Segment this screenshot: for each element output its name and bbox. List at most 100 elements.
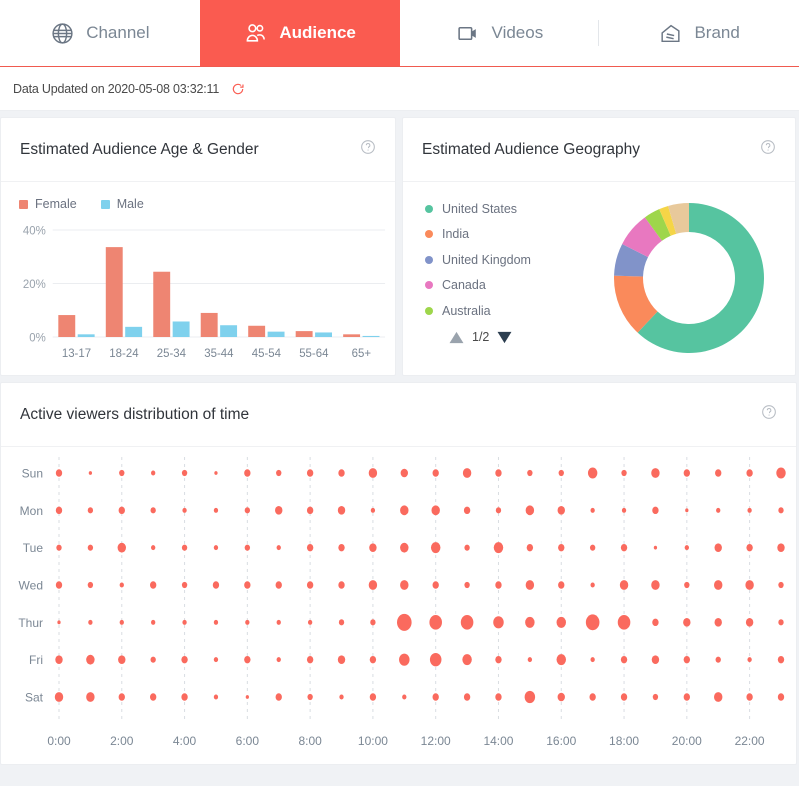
bubble-point[interactable] — [590, 657, 595, 663]
geography-legend-item[interactable]: Australia — [425, 298, 531, 324]
bubble-point[interactable] — [276, 469, 282, 477]
bar-male[interactable] — [172, 321, 190, 337]
bar-male[interactable] — [267, 331, 285, 337]
bubble-point[interactable] — [400, 468, 409, 478]
bubble-point[interactable] — [716, 507, 721, 513]
tab-videos[interactable]: Videos — [400, 0, 600, 66]
bubble-point[interactable] — [620, 693, 628, 701]
bubble-point[interactable] — [621, 469, 627, 477]
bubble-point[interactable] — [462, 468, 472, 478]
bubble-point[interactable] — [590, 507, 595, 513]
bubble-point[interactable] — [525, 580, 535, 590]
bubble-point[interactable] — [306, 543, 314, 552]
bubble-point[interactable] — [338, 469, 345, 477]
bubble-point[interactable] — [275, 693, 282, 701]
bar-female[interactable] — [295, 331, 313, 337]
bubble-point[interactable] — [587, 467, 598, 479]
bubble-point[interactable] — [244, 507, 251, 514]
bubble-point[interactable] — [276, 545, 281, 551]
bubble-point[interactable] — [714, 580, 723, 590]
bubble-point[interactable] — [55, 506, 63, 515]
tab-channel[interactable]: Channel — [0, 0, 200, 66]
bubble-point[interactable] — [307, 693, 313, 701]
bubble-point[interactable] — [88, 619, 93, 625]
bubble-point[interactable] — [617, 615, 631, 630]
triangle-down-icon[interactable] — [497, 331, 512, 344]
bubble-point[interactable] — [117, 542, 126, 553]
bubble-point[interactable] — [151, 470, 156, 476]
bubble-point[interactable] — [399, 653, 410, 666]
bubble-point[interactable] — [777, 543, 785, 552]
bubble-point[interactable] — [493, 542, 504, 554]
bubble-point[interactable] — [683, 693, 691, 701]
bar-female[interactable] — [200, 312, 218, 337]
bubble-point[interactable] — [715, 656, 721, 663]
help-circle-icon[interactable] — [760, 139, 776, 160]
bubble-point[interactable] — [556, 654, 566, 666]
bubble-point[interactable] — [651, 655, 660, 664]
bubble-point[interactable] — [213, 507, 219, 513]
bubble-point[interactable] — [244, 544, 251, 551]
bubble-point[interactable] — [119, 469, 125, 477]
bubble-point[interactable] — [460, 615, 474, 630]
bubble-point[interactable] — [745, 618, 754, 627]
bubble-point[interactable] — [57, 620, 61, 625]
bubble-point[interactable] — [181, 655, 188, 664]
bubble-point[interactable] — [151, 619, 156, 625]
bubble-point[interactable] — [87, 507, 94, 514]
bubble-point[interactable] — [368, 468, 378, 478]
bar-male[interactable] — [125, 326, 143, 337]
bubble-point[interactable] — [213, 619, 219, 625]
bubble-point[interactable] — [464, 581, 470, 589]
bubble-point[interactable] — [400, 542, 409, 553]
bubble-point[interactable] — [370, 619, 376, 626]
bubble-point[interactable] — [337, 506, 346, 515]
bubble-point[interactable] — [715, 469, 722, 477]
bubble-point[interactable] — [55, 469, 63, 477]
bubble-point[interactable] — [181, 544, 188, 551]
bubble-point[interactable] — [182, 619, 187, 625]
bubble-point[interactable] — [150, 507, 156, 514]
bubble-point[interactable] — [714, 692, 723, 702]
bubble-point[interactable] — [590, 582, 595, 588]
geography-legend-item[interactable]: United States — [425, 196, 531, 222]
bubble-point[interactable] — [685, 508, 689, 513]
bubble-point[interactable] — [306, 581, 314, 589]
bubble-point[interactable] — [306, 469, 314, 477]
bubble-point[interactable] — [556, 616, 566, 628]
bubble-point[interactable] — [495, 581, 502, 589]
bubble-point[interactable] — [714, 543, 722, 552]
refresh-icon[interactable] — [231, 82, 245, 96]
bubble-point[interactable] — [213, 545, 219, 551]
bar-male[interactable] — [220, 325, 238, 337]
triangle-up-icon[interactable] — [449, 331, 464, 344]
bubble-point[interactable] — [557, 692, 565, 702]
help-circle-icon[interactable] — [360, 139, 376, 160]
bubble-point[interactable] — [275, 581, 282, 589]
bubble-point[interactable] — [652, 618, 659, 627]
bubble-point[interactable] — [620, 655, 628, 664]
geography-legend-item[interactable]: India — [425, 222, 531, 248]
bar-female[interactable] — [58, 315, 76, 337]
bubble-point[interactable] — [495, 507, 502, 514]
bubble-point[interactable] — [213, 657, 219, 663]
bubble-point[interactable] — [714, 618, 722, 627]
bubble-point[interactable] — [747, 657, 752, 663]
bubble-point[interactable] — [558, 581, 565, 589]
bubble-point[interactable] — [495, 693, 502, 701]
bubble-point[interactable] — [149, 693, 157, 701]
bubble-point[interactable] — [307, 619, 313, 625]
bar-male[interactable] — [315, 332, 332, 337]
bubble-point[interactable] — [683, 655, 691, 664]
bubble-point[interactable] — [525, 505, 535, 516]
bubble-point[interactable] — [86, 692, 95, 702]
bubble-point[interactable] — [524, 690, 536, 704]
bubble-point[interactable] — [181, 693, 188, 701]
bubble-point[interactable] — [306, 655, 314, 664]
bubble-point[interactable] — [87, 544, 94, 551]
bubble-point[interactable] — [244, 581, 251, 589]
bubble-point[interactable] — [619, 580, 629, 590]
bubble-point[interactable] — [462, 654, 472, 666]
bubble-point[interactable] — [652, 506, 659, 515]
bubble-point[interactable] — [651, 468, 660, 478]
